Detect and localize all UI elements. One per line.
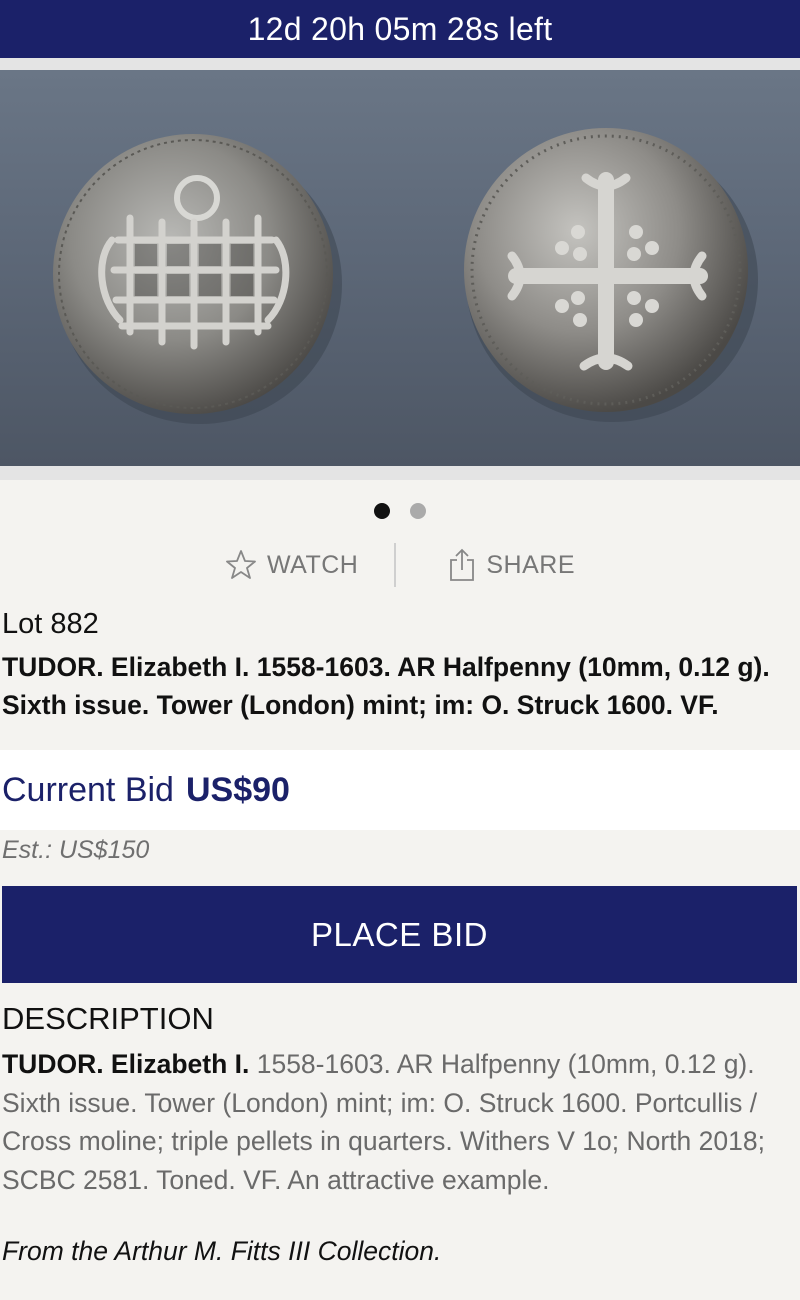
current-bid-label: Current Bid [2, 770, 174, 809]
time-left-banner: 12d 20h 05m 28s left [0, 0, 800, 58]
description-body: TUDOR. Elizabeth I. 1558-1603. AR Halfpe… [2, 1045, 800, 1199]
carousel-dot-2[interactable] [410, 503, 426, 519]
estimate-text: Est.: US$150 [2, 836, 150, 864]
share-icon [450, 548, 475, 581]
provenance-text: From the Arthur M. Fitts III Collection. [2, 1236, 442, 1266]
item-actions: WATCH SHARE [0, 543, 800, 587]
coin-reverse [464, 128, 748, 412]
coin-image [53, 128, 758, 424]
image-gallery[interactable] [0, 58, 800, 480]
lot-number: Lot 882 [2, 608, 99, 640]
current-bid-amount: US$90 [185, 770, 290, 809]
place-bid-button[interactable]: PLACE BID [2, 886, 797, 983]
share-label: SHARE [486, 550, 575, 579]
carousel-indicator[interactable] [0, 503, 800, 519]
watch-button[interactable]: WATCH [225, 549, 358, 581]
watch-label: WATCH [266, 550, 359, 579]
current-bid-row: Current Bid US$90 [0, 750, 800, 830]
carousel-dot-1[interactable] [374, 503, 390, 519]
coin-obverse [53, 134, 333, 414]
share-button[interactable]: SHARE [448, 548, 575, 582]
star-outline-icon [226, 550, 256, 579]
time-left-text: 12d 20h 05m 28s left [247, 10, 553, 47]
description-lead: TUDOR. Elizabeth I. [2, 1049, 250, 1079]
actions-divider [394, 543, 397, 587]
description-heading: DESCRIPTION [2, 1001, 214, 1036]
coin-photo[interactable] [0, 70, 800, 466]
lot-title: TUDOR. Elizabeth I. 1558-1603. AR Halfpe… [2, 652, 770, 720]
